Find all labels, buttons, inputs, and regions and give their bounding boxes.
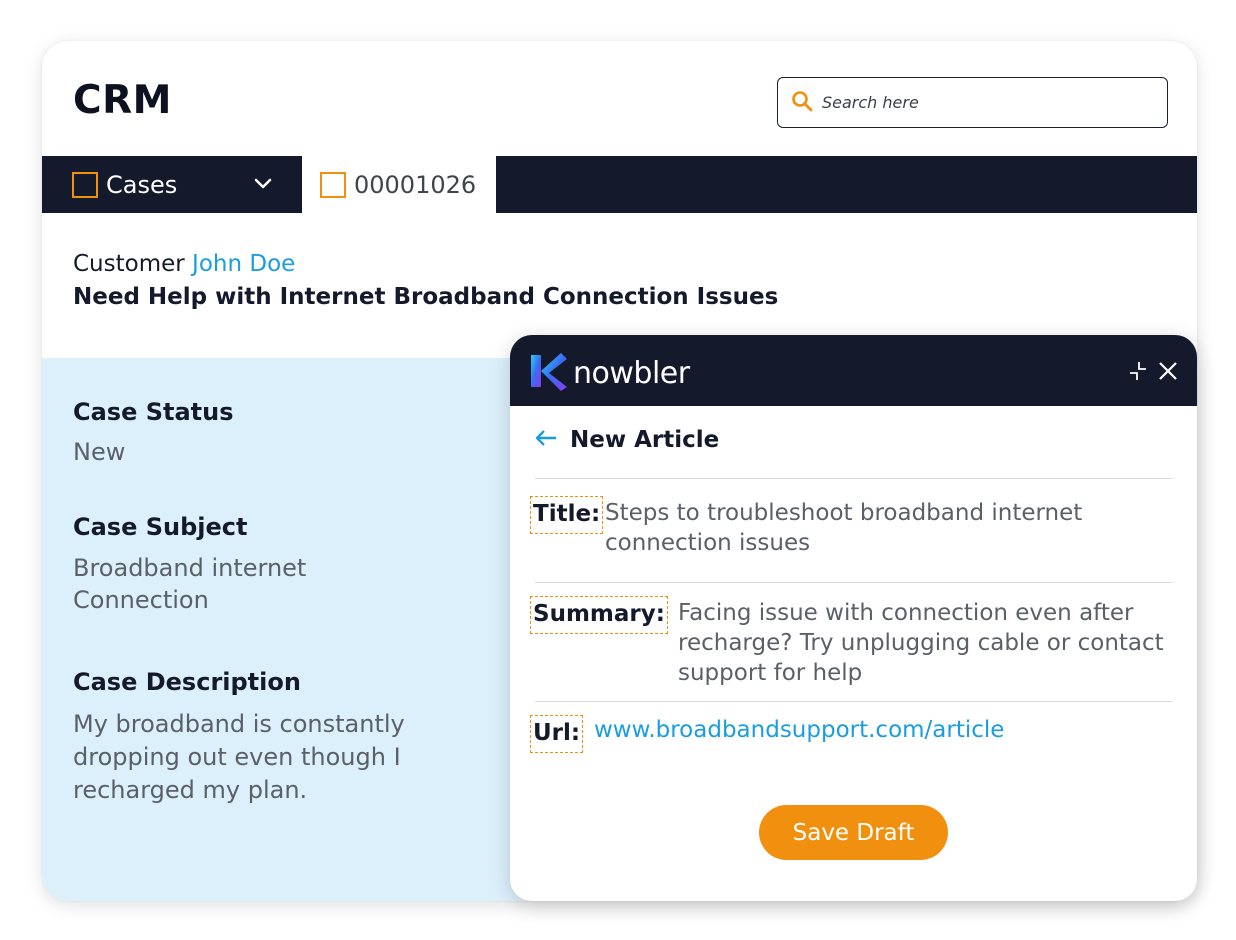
tab-cases-label: Cases (106, 170, 178, 199)
square-icon (320, 171, 346, 198)
divider (535, 701, 1172, 702)
url-link[interactable]: www.broadbandsupport.com/article (594, 717, 1004, 743)
case-subject-label: Case Subject (73, 513, 248, 541)
nowbler-logo: nowbler (527, 351, 690, 395)
summary-field-label: Summary: (530, 596, 668, 634)
app-title: CRM (73, 78, 172, 123)
chevron-down-icon[interactable] (252, 173, 274, 199)
search-icon (790, 89, 814, 117)
search-box[interactable] (777, 77, 1168, 128)
tab-case-00001026[interactable]: 00001026 (302, 156, 496, 213)
title-field-label: Title: (530, 496, 604, 534)
case-headline: Need Help with Internet Broadband Connec… (73, 284, 779, 310)
widget-title-row: New Article (534, 427, 719, 453)
divider (535, 582, 1172, 583)
minimize-icon[interactable] (1128, 361, 1148, 385)
summary-field-value: Facing issue with connection even after … (678, 600, 1164, 686)
back-arrow-icon[interactable] (534, 428, 558, 452)
customer-prefix: Customer (73, 251, 185, 277)
customer-line: Customer John Doe (73, 251, 295, 277)
save-draft-button[interactable]: Save Draft (759, 805, 948, 860)
case-description-label: Case Description (73, 668, 301, 696)
title-field-value: Steps to troubleshoot broadband internet… (605, 500, 1083, 556)
tab-cases[interactable]: Cases (42, 156, 302, 213)
square-icon (72, 171, 98, 198)
url-field-label: Url: (530, 715, 584, 753)
customer-name-link[interactable]: John Doe (192, 251, 295, 277)
widget-heading: New Article (570, 427, 720, 453)
tab-bar: Cases 00001026 (42, 156, 1197, 213)
nowbler-widget: nowbler New Article Title: Steps to trou… (510, 335, 1197, 901)
case-status-label: Case Status (73, 398, 234, 426)
brand-name: nowbler (573, 355, 690, 391)
tab-case-id-label: 00001026 (354, 170, 477, 199)
nowbler-logo-icon (527, 351, 569, 395)
widget-header: nowbler (510, 335, 1197, 406)
case-description-value: My broadband is constantly dropping out … (73, 710, 405, 804)
case-status-value: New (73, 438, 126, 466)
case-subject-value: Broadband internet Connection (73, 554, 307, 614)
close-icon[interactable] (1158, 361, 1178, 385)
search-input[interactable] (822, 87, 1152, 118)
divider (535, 478, 1172, 479)
